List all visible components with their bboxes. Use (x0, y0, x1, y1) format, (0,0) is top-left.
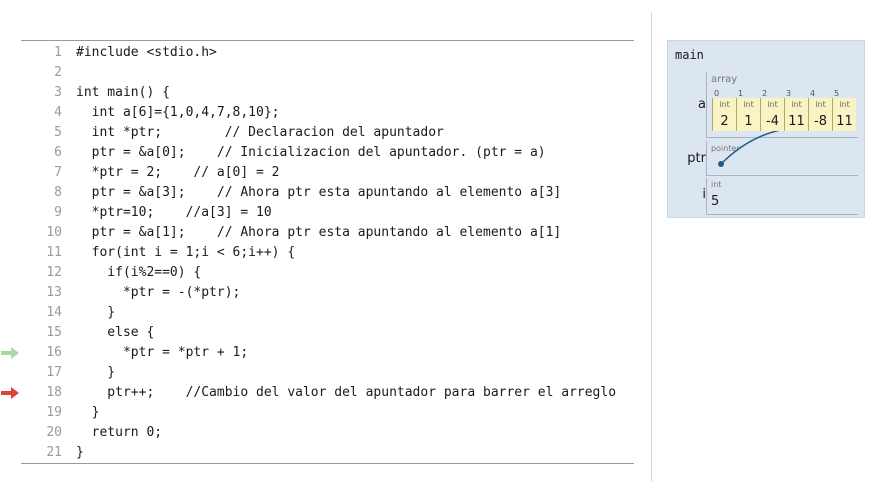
cell-type: int (791, 100, 802, 109)
line-number: 13 (46, 285, 62, 300)
code-line-13: 13 *ptr = -(*ptr); (21, 283, 634, 303)
line-number: 9 (54, 205, 62, 220)
code-panel: 1 #include <stdio.h> 2 3 int main() { 4 int a… (1, 40, 634, 464)
array-index-4: 4 (810, 89, 816, 98)
line-number: 12 (46, 265, 62, 280)
panel-divider (651, 12, 652, 482)
code-line-6: 6 ptr = &a[0]; // Inicializacion del apu… (21, 143, 634, 163)
code-text: *ptr = 2; // a[0] = 2 (76, 165, 280, 180)
code-line-15: 15 else { (21, 323, 634, 343)
code-text: for(int i = 1;i < 6;i++) { (76, 245, 296, 260)
code-text: ptr = &a[1]; // Ahora ptr esta apuntando… (76, 225, 562, 240)
code-line-3: 3 int main() { (21, 83, 634, 103)
code-line-10: 10 ptr = &a[1]; // Ahora ptr esta apunta… (21, 223, 634, 243)
code-line-16: 16 *ptr = *ptr + 1; (1, 343, 634, 363)
code-text: *ptr=10; //a[3] = 10 (76, 205, 272, 220)
array-index-3: 3 (786, 89, 792, 98)
line-number: 15 (46, 325, 62, 340)
light-green-arrow-icon (1, 347, 19, 359)
cell-type: int (839, 100, 850, 109)
code-lines: 1 #include <stdio.h> 2 3 int main() { 4 int a… (1, 43, 634, 463)
array-cell-0: int 2 (712, 98, 736, 131)
code-line-17: 17 } (21, 363, 634, 383)
code-text: ptr++; //Cambio del valor del apuntador … (76, 385, 617, 400)
array-cell-5: int 11 (832, 98, 856, 131)
code-text: } (76, 405, 100, 420)
code-line-7: 7 *ptr = 2; // a[0] = 2 (21, 163, 634, 183)
cell-value: -8 (814, 114, 827, 129)
line-number: 1 (54, 45, 62, 60)
cell-value: 1 (744, 114, 753, 129)
line-number: 4 (54, 105, 62, 120)
code-line-4: 4 int a[6]={1,0,4,7,8,10}; (21, 103, 634, 123)
code-text: #include <stdio.h> (76, 45, 217, 60)
code-text: ptr = &a[3]; // Ahora ptr esta apuntando… (76, 185, 562, 200)
stack-frame-main: main a array ptr pointer i int 5 0 int 2 1 i… (667, 40, 865, 218)
cell-type: int (743, 100, 754, 109)
array-cell-1: int 1 (736, 98, 760, 131)
cell-value: -4 (766, 114, 779, 129)
code-text: int main() { (76, 85, 170, 100)
line-number: 19 (46, 405, 62, 420)
cell-value: 11 (836, 114, 853, 129)
red-arrow-icon (1, 387, 19, 399)
line-number: 6 (54, 145, 62, 160)
code-line-5: 5 int *ptr; // Declaracion del apuntador (21, 123, 634, 143)
array-index-1: 1 (738, 89, 744, 98)
cell-type: int (815, 100, 826, 109)
line-number: 5 (54, 125, 62, 140)
line-number: 10 (46, 225, 62, 240)
line-number: 11 (46, 245, 62, 260)
code-text: ptr = &a[0]; // Inicializacion del apunt… (76, 145, 546, 160)
line-number: 20 (46, 425, 62, 440)
code-line-12: 12 if(i%2==0) { (21, 263, 634, 283)
code-line-19: 19 } (21, 403, 634, 423)
array-index-0: 0 (714, 89, 720, 98)
code-line-21: 21} (21, 443, 634, 463)
cell-type: int (767, 100, 778, 109)
line-number: 3 (54, 85, 62, 100)
line-number: 21 (46, 445, 62, 460)
line-number: 7 (54, 165, 62, 180)
array-index-2: 2 (762, 89, 768, 98)
code-text: else { (76, 325, 155, 340)
code-line-9: 9 *ptr=10; //a[3] = 10 (21, 203, 634, 223)
line-number: 2 (54, 65, 62, 80)
code-line-20: 20 return 0; (21, 423, 634, 443)
code-text: return 0; (76, 425, 163, 440)
code-text: *ptr = -(*ptr); (76, 285, 241, 300)
code-text: } (76, 445, 84, 460)
code-text: } (76, 305, 116, 320)
cell-value: 11 (788, 114, 805, 129)
array-cell-4: int -8 (808, 98, 832, 131)
code-text: } (76, 365, 116, 380)
array-cell-2: int -4 (760, 98, 784, 131)
line-number: 18 (46, 385, 62, 400)
cell-value: 2 (720, 114, 729, 129)
code-line-2: 2 (21, 63, 634, 83)
line-number: 14 (46, 305, 62, 320)
array-cell-3: int 11 (784, 98, 808, 131)
line-number: 16 (46, 345, 62, 360)
code-line-18: 18 ptr++; //Cambio del valor del apuntad… (1, 383, 634, 403)
code-text: *ptr = *ptr + 1; (76, 345, 249, 360)
code-line-11: 11 for(int i = 1;i < 6;i++) { (21, 243, 634, 263)
array-index-5: 5 (834, 89, 840, 98)
cell-type: int (719, 100, 730, 109)
code-line-14: 14 } (21, 303, 634, 323)
code-text: if(i%2==0) { (76, 265, 202, 280)
code-text: int *ptr; // Declaracion del apuntador (76, 125, 444, 140)
line-number: 17 (46, 365, 62, 380)
code-line-1: 1 #include <stdio.h> (21, 43, 634, 63)
code-text: int a[6]={1,0,4,7,8,10}; (76, 105, 280, 120)
line-number: 8 (54, 185, 62, 200)
code-line-8: 8 ptr = &a[3]; // Ahora ptr esta apuntan… (21, 183, 634, 203)
